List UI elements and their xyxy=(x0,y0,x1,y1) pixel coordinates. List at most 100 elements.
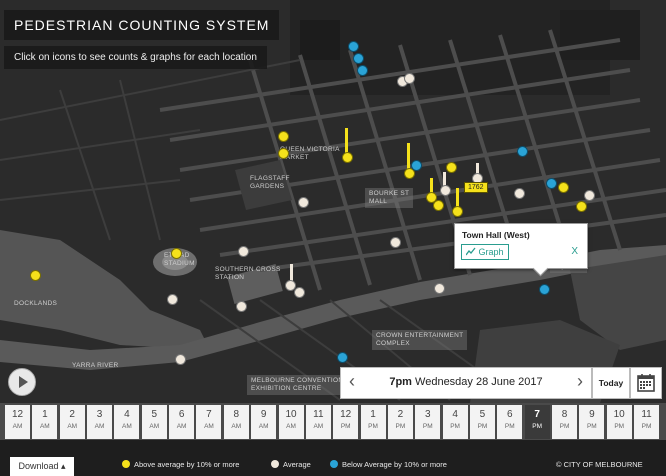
hour-button[interactable]: 10 AM xyxy=(278,405,304,439)
hour-number: 12 xyxy=(340,409,352,420)
hour-meridiem: AM xyxy=(258,423,269,430)
sensor-below-average[interactable] xyxy=(539,284,550,295)
hour-number: 5 xyxy=(479,409,486,420)
sensor-average[interactable] xyxy=(584,190,595,201)
hour-number: 8 xyxy=(233,409,240,420)
hour-button[interactable]: 7 PM xyxy=(524,405,550,439)
hour-button[interactable]: 3 AM xyxy=(87,405,113,439)
today-button[interactable]: Today xyxy=(592,367,630,399)
hour-number: 1 xyxy=(42,409,48,420)
location-popup: Town Hall (West) Graph X xyxy=(454,223,588,277)
hour-meridiem: AM xyxy=(286,423,296,430)
hour-button[interactable]: 2 AM xyxy=(59,405,85,439)
hour-button[interactable]: 10 PM xyxy=(606,405,632,439)
hour-number: 11 xyxy=(313,409,324,420)
sensor-below-average[interactable] xyxy=(348,41,359,52)
legend-dot-average xyxy=(271,460,279,468)
hour-number: 11 xyxy=(641,409,652,420)
sensor-above-average[interactable] xyxy=(452,206,463,217)
sensor-below-average[interactable] xyxy=(546,178,557,189)
label-docklands: DOCKLANDS xyxy=(14,300,58,307)
legend-label-below-average: Below Average by 10% or more xyxy=(342,460,447,469)
sensor-above-average[interactable] xyxy=(278,131,289,142)
sensor-average[interactable] xyxy=(298,197,309,208)
hour-button[interactable]: 12 PM xyxy=(333,405,359,439)
hour-number: 2 xyxy=(397,409,404,420)
current-date-time: 7pm Wednesday 28 June 2017 xyxy=(341,376,591,388)
popup-title: Town Hall (West) xyxy=(462,230,530,240)
sensor-average[interactable] xyxy=(440,185,451,196)
hour-meridiem: PM xyxy=(477,423,488,430)
hour-button[interactable]: 9 AM xyxy=(251,405,277,439)
sensor-average[interactable] xyxy=(434,283,445,294)
play-button[interactable] xyxy=(8,368,36,396)
hour-button[interactable]: 2 PM xyxy=(387,405,413,439)
sensor-above-average[interactable] xyxy=(342,152,353,163)
sensor-count-bar xyxy=(456,188,459,208)
graph-button[interactable]: Graph xyxy=(461,244,509,260)
hour-meridiem: PM xyxy=(641,423,652,430)
hour-number: 4 xyxy=(124,409,130,420)
sensor-below-average[interactable] xyxy=(337,352,348,363)
hour-button[interactable]: 4 AM xyxy=(114,405,140,439)
hour-button[interactable]: 3 PM xyxy=(415,405,441,439)
sensor-average[interactable] xyxy=(238,246,249,257)
sensor-average[interactable] xyxy=(390,237,401,248)
header-title-box: PEDESTRIAN COUNTING SYSTEM xyxy=(4,10,280,40)
hour-meridiem: AM xyxy=(313,423,324,430)
hour-button[interactable]: 11 PM xyxy=(634,405,660,439)
hour-button[interactable]: 5 PM xyxy=(469,405,495,439)
hour-button[interactable]: 8 AM xyxy=(223,405,249,439)
city-of-melbourne-brand: © CITY OF MELBOURNE xyxy=(556,460,643,469)
hour-meridiem: PM xyxy=(559,423,570,430)
hour-button[interactable]: 1 AM xyxy=(32,405,58,439)
hour-button[interactable]: 6 PM xyxy=(497,405,523,439)
hour-number: 9 xyxy=(589,409,595,420)
calendar-button[interactable] xyxy=(630,367,662,399)
sensor-below-average[interactable] xyxy=(353,53,364,64)
sensor-above-average[interactable] xyxy=(278,148,289,159)
sensor-average[interactable] xyxy=(236,301,247,312)
hour-meridiem: PM xyxy=(614,423,625,430)
hour-button[interactable]: 4 PM xyxy=(442,405,468,439)
hour-meridiem: PM xyxy=(368,423,378,430)
hour-number: 8 xyxy=(561,409,568,420)
sensor-average[interactable] xyxy=(175,354,186,365)
sensor-above-average[interactable] xyxy=(558,182,569,193)
sensor-below-average[interactable] xyxy=(357,65,368,76)
hour-button[interactable]: 5 AM xyxy=(141,405,167,439)
footer: Download ▴ xyxy=(0,440,666,476)
hour-number: 3 xyxy=(424,409,431,420)
hour-button[interactable]: 9 PM xyxy=(579,405,605,439)
chevron-right-icon[interactable]: › xyxy=(577,371,583,392)
hour-button[interactable]: 8 PM xyxy=(552,405,577,439)
sensor-above-average[interactable] xyxy=(576,201,587,212)
hour-button[interactable]: 12 AM xyxy=(5,405,30,439)
sensor-below-average[interactable] xyxy=(517,146,528,157)
sensor-average[interactable] xyxy=(294,287,305,298)
label-bourke-st-mall: BOURKE ST MALL xyxy=(365,188,414,208)
current-date: Wednesday 28 June 2017 xyxy=(415,376,543,388)
hour-button[interactable]: 11 AM xyxy=(305,405,331,439)
popup-close-button[interactable]: X xyxy=(571,246,578,257)
sensor-average[interactable] xyxy=(167,294,178,305)
sensor-below-average[interactable] xyxy=(411,160,422,171)
calendar-icon xyxy=(637,374,655,392)
sensor-average[interactable] xyxy=(404,73,415,84)
sensor-above-average[interactable] xyxy=(171,248,182,259)
hour-button[interactable]: 6 AM xyxy=(169,405,195,439)
sensor-average[interactable] xyxy=(514,188,525,199)
hour-button[interactable]: 1 PM xyxy=(360,405,386,439)
hour-number: 3 xyxy=(96,409,103,420)
sensor-above-average[interactable] xyxy=(446,162,457,173)
sensor-above-average[interactable] xyxy=(433,200,444,211)
legend-dot-below-average xyxy=(330,460,338,468)
hour-meridiem: AM xyxy=(176,423,187,430)
hour-meridiem: PM xyxy=(586,423,597,430)
legend-label-average: Average xyxy=(283,460,311,469)
sensor-above-average[interactable] xyxy=(30,270,41,281)
hour-button[interactable]: 7 AM xyxy=(196,405,222,439)
label-southern-cross-station: SOUTHERN CROSS STATION xyxy=(215,266,281,281)
hour-meridiem: AM xyxy=(231,423,242,430)
download-button[interactable]: Download ▴ xyxy=(10,457,74,476)
